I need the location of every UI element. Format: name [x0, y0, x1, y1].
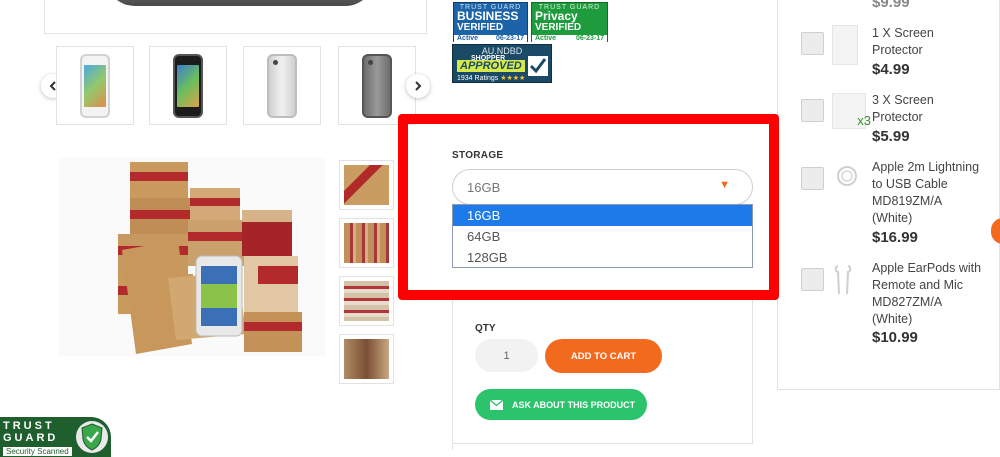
- item-price: $10.99: [872, 329, 918, 346]
- quantity-tag: x3: [857, 113, 871, 128]
- thumbnail-black-front[interactable]: [149, 46, 227, 125]
- phone-thumb-image: [267, 53, 297, 118]
- side-thumbnail[interactable]: [339, 276, 394, 326]
- add-to-cart-button[interactable]: ADD TO CART: [545, 339, 662, 373]
- quantity-input[interactable]: 1: [475, 339, 538, 372]
- item-price: $16.99: [872, 229, 918, 246]
- ask-button-label: ASK ABOUT THIS PRODUCT: [512, 399, 636, 410]
- carousel-next-button[interactable]: [406, 74, 430, 98]
- badge-line2: APPROVED: [457, 60, 525, 72]
- badge-line2: VERIFIED: [535, 22, 582, 33]
- item-name: Apple 2m Lightning to USB Cable MD819ZM/…: [872, 160, 980, 225]
- badge-date: 06-23-17: [575, 35, 604, 42]
- panel-border: [752, 300, 753, 444]
- trust-guard-security-seal[interactable]: TRUST GUARD Security Scanned: [0, 417, 111, 457]
- item-price: $9.99: [872, 0, 910, 11]
- thumbnail-white-front[interactable]: [56, 46, 134, 125]
- phone-thumb-image: [362, 53, 392, 118]
- seal-line1: TRUST: [3, 420, 55, 432]
- item-checkbox[interactable]: [801, 32, 824, 55]
- side-thumbnail[interactable]: [339, 218, 394, 268]
- badge-status: Active: [535, 35, 557, 42]
- item-price: $5.99: [872, 128, 910, 145]
- shopper-approved-badge[interactable]: AU.NDBD SHOPPER APPROVED 1934 Ratings ★★…: [452, 44, 552, 83]
- box-stack-image: [58, 158, 326, 356]
- badge-status-row: Active 06-23-17: [454, 35, 527, 42]
- chevron-right-icon: [415, 81, 422, 91]
- side-thumbnail[interactable]: [339, 160, 394, 210]
- item-name: 3 X Screen Protector: [872, 93, 934, 124]
- panel-border: [452, 443, 753, 444]
- panel-border: [452, 300, 453, 450]
- ask-about-product-button[interactable]: ASK ABOUT THIS PRODUCT: [475, 389, 647, 420]
- badge-date: 06-23-17: [495, 35, 524, 42]
- screen-protector-image: [832, 25, 858, 65]
- earpods-image: [834, 265, 852, 295]
- phone-thumb-image: [173, 53, 203, 118]
- envelope-icon: [490, 399, 503, 410]
- qty-label: QTY: [475, 323, 496, 334]
- business-verified-badge[interactable]: TRUST GUARD BUSINESS VERIFIED Active 06-…: [453, 2, 528, 42]
- badge-line2: VERIFIED: [457, 22, 504, 33]
- screen-protector-image: x3: [832, 93, 871, 129]
- highlight-box: [398, 114, 779, 300]
- item-name: Apple EarPods with Remote and Mic MD827Z…: [872, 261, 982, 326]
- checkmark-icon: [528, 56, 548, 76]
- shield-icon: [76, 421, 108, 453]
- badge-line1: BUSINESS: [457, 9, 519, 23]
- side-thumbnail[interactable]: [339, 334, 394, 384]
- badge-status: Active: [457, 35, 479, 42]
- item-checkbox[interactable]: [801, 167, 824, 190]
- star-icons: ★★★★: [500, 75, 526, 82]
- phone-image-edge: [105, 0, 375, 6]
- badge-status-row: Active 06-23-17: [532, 35, 607, 42]
- item-checkbox[interactable]: [801, 268, 824, 291]
- badge-ratings: 1934 Ratings: [457, 75, 499, 82]
- item-checkbox[interactable]: [801, 99, 824, 122]
- thumbnail-silver-back[interactable]: [243, 46, 321, 125]
- phone-thumb-image: [80, 53, 110, 118]
- badge-line1: Privacy: [535, 9, 578, 23]
- main-product-image: [44, 0, 427, 34]
- item-price: $4.99: [872, 61, 910, 78]
- seal-scanned-text: Security Scanned: [3, 447, 72, 456]
- item-name: 1 X Screen Protector: [872, 26, 934, 57]
- privacy-verified-badge[interactable]: TRUST GUARD Privacy VERIFIED Active 06-2…: [531, 2, 608, 42]
- seal-line2: GUARD: [3, 432, 59, 444]
- cable-image: [837, 166, 857, 186]
